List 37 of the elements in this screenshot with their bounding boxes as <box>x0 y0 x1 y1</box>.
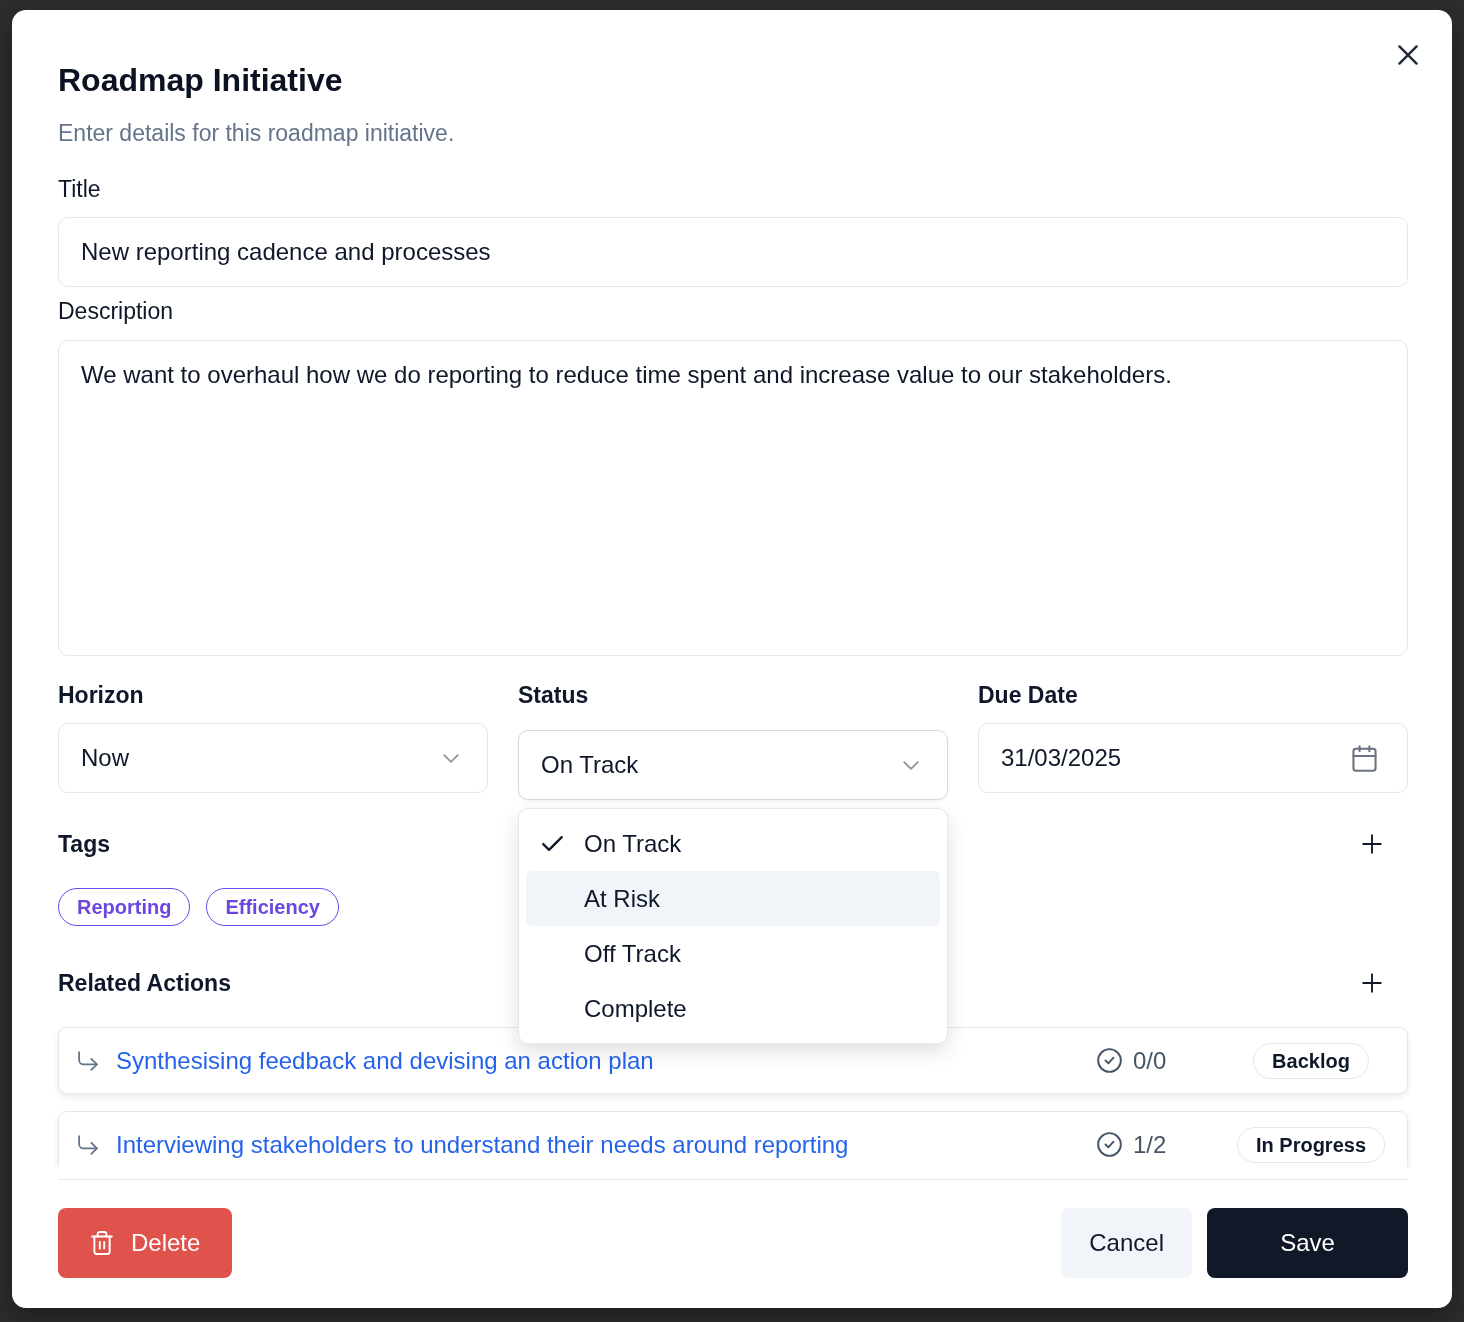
horizon-select[interactable]: Now <box>58 723 488 793</box>
check-circle-icon <box>1097 1132 1122 1157</box>
dropdown-option[interactable]: On Track <box>526 816 940 871</box>
dialog-title: Roadmap Initiative <box>58 61 344 100</box>
corner-arrow-icon <box>78 1050 98 1071</box>
description-textarea[interactable]: We want to overhaul how we do reporting to reduce time spent and increase value to our stakeholders. <box>58 340 1408 656</box>
trash-icon <box>91 1231 113 1255</box>
action-link[interactable]: Synthesising feedback and devising an action plan <box>116 1046 1097 1075</box>
check-circle-icon <box>1097 1048 1122 1073</box>
close-icon[interactable] <box>1398 45 1418 65</box>
save-button[interactable]: Save <box>1207 1208 1408 1278</box>
plus-icon[interactable] <box>1362 834 1382 854</box>
dialog-description: Enter details for this roadmap initiative. <box>58 119 456 148</box>
date-field[interactable]: 31/03/2025 <box>978 723 1408 793</box>
section-label: Tags <box>58 830 110 859</box>
dropdown-option[interactable]: At Risk <box>526 871 940 926</box>
delete-button[interactable]: Delete <box>58 1208 233 1278</box>
field-label: Description <box>58 297 175 326</box>
check-icon <box>542 836 563 851</box>
subtask-count: 1/2 <box>1133 1129 1167 1160</box>
corner-arrow-icon <box>78 1134 98 1155</box>
subtask-count: 0/0 <box>1133 1045 1167 1076</box>
chevron-down-icon <box>443 753 459 763</box>
calendar-icon <box>1352 744 1377 772</box>
title-input[interactable]: New reporting cadence and processes <box>58 217 1408 287</box>
field-label: Status <box>518 681 590 710</box>
dropdown-option[interactable]: Off Track <box>526 926 940 981</box>
action-link[interactable]: Interviewing stakeholders to understand their needs around reporting <box>116 1130 1097 1159</box>
cancel-button[interactable]: Cancel <box>1061 1208 1192 1278</box>
chevron-down-icon <box>903 760 919 770</box>
field-label: Title <box>58 175 102 204</box>
dropdown-option[interactable]: Complete <box>526 981 940 1036</box>
field-label: Horizon <box>58 681 145 710</box>
plus-icon[interactable] <box>1362 973 1382 993</box>
section-label: Related Actions <box>58 969 231 998</box>
field-label: Due Date <box>978 681 1079 710</box>
status-select[interactable]: On Track <box>518 730 948 800</box>
